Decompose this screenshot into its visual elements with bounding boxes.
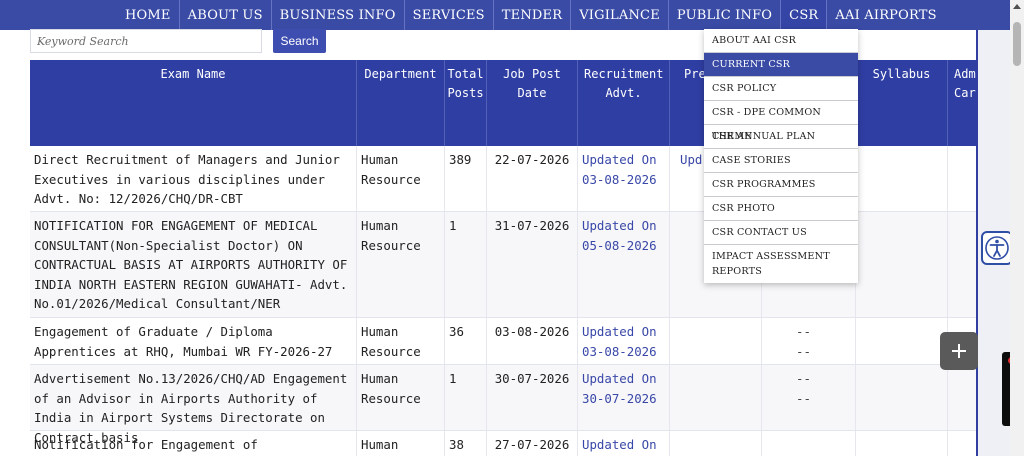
department-cell: Human Resource bbox=[357, 318, 445, 364]
nav-vigilance[interactable]: VIGILANCE bbox=[571, 0, 669, 30]
col-total-posts: Total Posts bbox=[445, 60, 487, 146]
syllabus-cell bbox=[856, 431, 948, 456]
advt-link[interactable]: Updated On 03-08-2026 bbox=[578, 146, 670, 211]
dd-csr-dpe-common-theme[interactable]: CSR - DPE COMMON THEME bbox=[704, 101, 858, 142]
extra-cell: -- -- bbox=[762, 365, 856, 430]
dd-current-csr-committee[interactable]: CURRENT CSR COMMITTEE bbox=[704, 53, 858, 94]
dd-csr-annual-plan[interactable]: CSR ANNUAL PLAN bbox=[704, 125, 858, 149]
exam-name-cell: Notification for Engagement of bbox=[30, 431, 357, 456]
admit-card-cell bbox=[948, 365, 976, 430]
posts-cell: 1 bbox=[445, 365, 487, 430]
dd-csr-contact-us[interactable]: CSR CONTACT US bbox=[704, 221, 858, 245]
nav-csr[interactable]: CSR bbox=[781, 0, 828, 30]
admit-card-cell bbox=[948, 212, 976, 317]
advt-link[interactable]: Updated On bbox=[578, 431, 670, 456]
department-cell: Human bbox=[357, 431, 445, 456]
nav-tender[interactable]: TENDER bbox=[494, 0, 572, 30]
dd-csr-policy[interactable]: CSR POLICY bbox=[704, 77, 858, 101]
extra-cell bbox=[762, 431, 856, 456]
exam-name-cell: Engagement of Graduate / Diploma Apprent… bbox=[30, 318, 357, 364]
admit-card-cell bbox=[948, 431, 976, 456]
col-department: Department bbox=[357, 60, 445, 146]
keyword-search-input[interactable] bbox=[30, 29, 262, 53]
table-row: Advertisement No.13/2026/CHQ/AD Engageme… bbox=[30, 365, 976, 445]
extra-cell: -- -- bbox=[762, 318, 856, 364]
syllabus-cell bbox=[856, 212, 948, 317]
col-syllabus: Syllabus bbox=[856, 60, 948, 146]
nav-services[interactable]: SERVICES bbox=[405, 0, 494, 30]
advt-link[interactable]: Updated On 30-07-2026 bbox=[578, 365, 670, 430]
dd-csr-programmes[interactable]: CSR PROGRAMMES bbox=[704, 173, 858, 197]
posts-cell: 38 bbox=[445, 431, 487, 456]
date-cell: 30-07-2026 bbox=[487, 365, 578, 430]
scroll-up-arrow-icon[interactable] bbox=[1013, 4, 1021, 9]
nav-about-us[interactable]: ABOUT US bbox=[180, 0, 272, 30]
posts-cell: 36 bbox=[445, 318, 487, 364]
department-cell: Human Resource bbox=[357, 365, 445, 430]
dd-about-aai-csr[interactable]: ABOUT AAI CSR bbox=[704, 29, 858, 53]
accessibility-icon[interactable] bbox=[981, 231, 1013, 265]
nav-aai-airports[interactable]: AAI AIRPORTS bbox=[827, 0, 944, 30]
date-cell: 27-07-2026 bbox=[487, 431, 578, 456]
pre-link bbox=[670, 431, 762, 456]
nav-items: HOME ABOUT US BUSINESS INFO SERVICES TEN… bbox=[117, 0, 945, 30]
posts-cell: 389 bbox=[445, 146, 487, 211]
department-cell: Human Resource bbox=[357, 146, 445, 211]
dd-csr-photo[interactable]: CSR PHOTO bbox=[704, 197, 858, 221]
nav-business-info[interactable]: BUSINESS INFO bbox=[272, 0, 405, 30]
plus-icon[interactable] bbox=[940, 332, 978, 370]
table-row: Notification for Engagement of Human 38 … bbox=[30, 431, 976, 456]
syllabus-cell bbox=[856, 146, 948, 211]
top-navigation: HOME ABOUT US BUSINESS INFO SERVICES TEN… bbox=[0, 0, 1010, 30]
csr-dropdown-menu: ABOUT AAI CSR CURRENT CSR COMMITTEE CSR … bbox=[704, 29, 858, 283]
col-job-post-date: Job Post Date bbox=[487, 60, 578, 146]
exam-name-cell: NOTIFICATION FOR ENGAGEMENT OF MEDICAL C… bbox=[30, 212, 357, 317]
scrollbar-thumb[interactable] bbox=[1013, 22, 1021, 66]
pre-link[interactable] bbox=[670, 365, 762, 430]
date-cell: 03-08-2026 bbox=[487, 318, 578, 364]
admit-card-cell bbox=[948, 146, 976, 211]
table-row: Engagement of Graduate / Diploma Apprent… bbox=[30, 318, 976, 365]
search-button[interactable]: Search bbox=[273, 29, 326, 53]
exam-name-cell: Direct Recruitment of Managers and Junio… bbox=[30, 146, 357, 211]
exam-name-cell: Advertisement No.13/2026/CHQ/AD Engageme… bbox=[30, 365, 357, 445]
date-cell: 22-07-2026 bbox=[487, 146, 578, 211]
dd-case-stories[interactable]: CASE STORIES bbox=[704, 149, 858, 173]
col-exam-name: Exam Name bbox=[30, 60, 357, 146]
page: HOME ABOUT US BUSINESS INFO SERVICES TEN… bbox=[0, 0, 1010, 456]
advt-link[interactable]: Updated On 05-08-2026 bbox=[578, 212, 670, 317]
col-admit-card: Adm Car bbox=[954, 67, 976, 100]
col-recruitment-advt: Recruitment Advt. bbox=[578, 60, 670, 146]
dd-impact-assessment-reports[interactable]: IMPACT ASSESSMENT REPORTS bbox=[704, 245, 858, 283]
posts-cell: 1 bbox=[445, 212, 487, 317]
pre-link[interactable] bbox=[670, 318, 762, 364]
date-cell: 31-07-2026 bbox=[487, 212, 578, 317]
syllabus-cell bbox=[856, 365, 948, 430]
advt-link[interactable]: Updated On 03-08-2026 bbox=[578, 318, 670, 364]
nav-public-info[interactable]: PUBLIC INFO bbox=[669, 0, 782, 30]
nav-home[interactable]: HOME bbox=[117, 0, 180, 30]
page-scrollbar[interactable] bbox=[1010, 0, 1024, 456]
department-cell: Human Resource bbox=[357, 212, 445, 317]
syllabus-cell bbox=[856, 318, 948, 364]
